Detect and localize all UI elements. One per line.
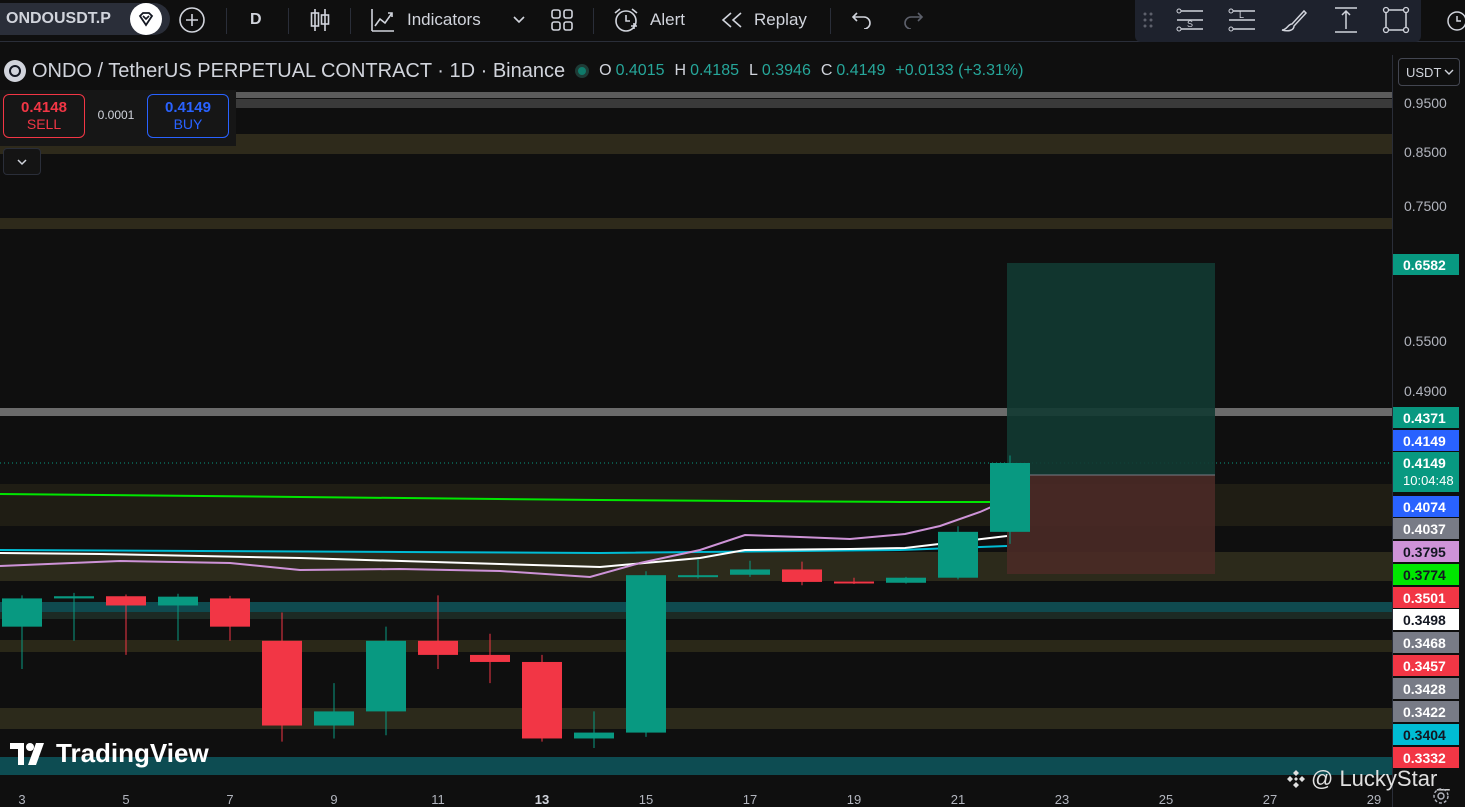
candle-body — [2, 598, 42, 627]
sr-zone — [0, 602, 1392, 612]
chart-title[interactable]: ONDO / TetherUS PERPETUAL CONTRACT · 1D … — [32, 60, 565, 83]
price-tick: 0.7500 — [1404, 198, 1447, 214]
price-label: 0.4371 — [1393, 407, 1459, 428]
candle-body — [574, 732, 614, 739]
bar-countdown: 10:04:48 — [1393, 471, 1459, 492]
time-tick: 17 — [742, 792, 758, 807]
chevron-down-icon — [17, 158, 27, 165]
currency-label: USDT — [1406, 65, 1442, 80]
candle-body — [366, 640, 406, 712]
sr-zone — [0, 708, 1392, 729]
candle-body — [886, 577, 926, 583]
price-label-ma-purple: 0.3795 — [1393, 541, 1459, 562]
tradingview-wordmark: TradingView — [56, 738, 209, 768]
candle-body — [470, 654, 510, 662]
stopwatch-icon — [1447, 11, 1465, 31]
buy-button[interactable]: 0.4149 BUY — [147, 94, 229, 138]
time-tick: 9 — [330, 792, 338, 807]
candle-body — [626, 575, 666, 733]
open-key: O — [599, 62, 612, 79]
price-label: 0.3332 — [1393, 747, 1459, 768]
timer-button[interactable] — [1444, 0, 1465, 40]
close-key: C — [820, 62, 833, 79]
high-key: H — [674, 62, 687, 79]
time-tick: 5 — [122, 792, 130, 807]
time-tick: 27 — [1262, 792, 1278, 807]
sell-button[interactable]: 0.4148 SELL — [3, 94, 85, 138]
time-tick: 19 — [846, 792, 862, 807]
trade-panel: 0.4148 SELL 0.0001 0.4149 BUY — [0, 90, 236, 146]
price-label: 0.4074 — [1393, 496, 1459, 517]
candle-body — [782, 569, 822, 582]
collapse-legend-button[interactable] — [3, 148, 41, 175]
price-label-ma-white: 0.3498 — [1393, 609, 1459, 630]
price-label: 0.3501 — [1393, 587, 1459, 608]
candle-body — [314, 711, 354, 726]
candle-body — [210, 598, 250, 627]
time-tick: 7 — [226, 792, 234, 807]
chart-legend: ONDO / TetherUS PERPETUAL CONTRACT · 1D … — [4, 58, 1029, 84]
candle-body — [54, 596, 94, 599]
time-tick: 25 — [1158, 792, 1174, 807]
watermark-text: @ LuckyStar_ — [1311, 766, 1450, 791]
price-tick: 0.8500 — [1404, 144, 1447, 160]
close-value: 0.4149 — [836, 62, 886, 79]
high-value: 0.4185 — [690, 62, 739, 79]
price-label: 0.3422 — [1393, 701, 1459, 722]
price-label: 0.3428 — [1393, 678, 1459, 699]
low-key: L — [749, 62, 758, 79]
price-label-last: 0.4149 — [1393, 452, 1459, 471]
price-label-ma-cyan: 0.3404 — [1393, 724, 1459, 745]
ondo-logo-icon — [4, 60, 26, 82]
candle-body — [158, 596, 198, 606]
candle-body — [522, 661, 562, 739]
price-label-buy: 0.4149 — [1393, 430, 1459, 451]
candle-body — [262, 640, 302, 726]
price-label: 0.3468 — [1393, 632, 1459, 653]
price-tick: 0.9500 — [1404, 95, 1447, 111]
chevron-down-icon — [1444, 69, 1454, 75]
position-profit-zone — [1007, 263, 1215, 475]
sell-price: 0.4148 — [21, 99, 67, 116]
sell-label: SELL — [26, 116, 62, 132]
candle-body — [418, 640, 458, 655]
time-tick: 29 — [1366, 792, 1382, 807]
market-status-icon[interactable] — [575, 64, 590, 78]
price-label: 0.3457 — [1393, 655, 1459, 676]
price-label: 0.4037 — [1393, 518, 1459, 539]
change-value: +0.0133 (+3.31%) — [895, 62, 1024, 79]
candle-body — [834, 581, 874, 584]
position-loss-zone — [1007, 475, 1215, 574]
price-tick: 0.4900 — [1404, 383, 1447, 399]
sr-zone — [0, 640, 1392, 652]
time-tick: 21 — [950, 792, 966, 807]
tradingview-icon — [10, 742, 44, 765]
buy-label: BUY — [173, 116, 203, 132]
author-watermark: @ LuckyStar_ — [1285, 766, 1450, 792]
time-tick: 15 — [638, 792, 654, 807]
price-label-target: 0.6582 — [1393, 254, 1459, 275]
candle-body — [990, 463, 1030, 532]
candle-body — [730, 569, 770, 575]
gear-icon[interactable] — [1432, 787, 1450, 805]
sr-zone — [0, 218, 1392, 229]
candle-body — [938, 531, 978, 578]
candle-body — [106, 596, 146, 606]
time-tick: 23 — [1054, 792, 1070, 807]
buy-price: 0.4149 — [165, 99, 211, 116]
time-tick: 11 — [431, 792, 445, 807]
binance-icon — [1287, 770, 1305, 788]
price-tick: 0.5500 — [1404, 333, 1447, 349]
low-value: 0.3946 — [761, 62, 811, 79]
ohlc-values: O 0.4015 H 0.4185 L 0.3946 C 0.4149 +0.0133 … — [599, 62, 1029, 80]
currency-select[interactable]: USDT — [1398, 58, 1460, 86]
sr-zone — [0, 612, 1392, 619]
price-label-ma-green: 0.3774 — [1393, 564, 1459, 585]
time-tick: 3 — [18, 792, 26, 807]
candle-body — [678, 575, 718, 578]
open-value: 0.4015 — [615, 62, 665, 79]
tradingview-logo[interactable]: TradingView — [8, 738, 209, 769]
time-tick: 13 — [534, 792, 550, 807]
spread-value: 0.0001 — [97, 108, 135, 122]
